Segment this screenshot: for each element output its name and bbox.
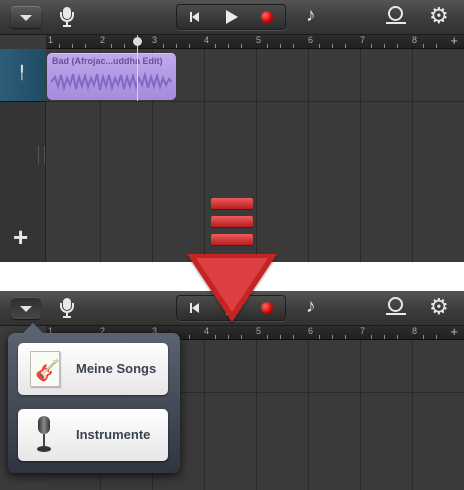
- ruler-bar-6: 6: [308, 35, 314, 45]
- music-note-icon[interactable]: ♪: [306, 5, 316, 27]
- ruler-bar-4: 4: [204, 35, 210, 45]
- ruler-bar-7: 7: [360, 35, 366, 45]
- gear-icon[interactable]: ⚙: [429, 295, 449, 319]
- ruler-bar-6: 6: [308, 326, 314, 336]
- ruler-bar-1: 1: [48, 35, 54, 45]
- ruler-bar-8: 8: [412, 35, 418, 45]
- ruler-bar-5: 5: [256, 35, 262, 45]
- playhead-handle[interactable]: [133, 37, 142, 46]
- play-icon: [226, 10, 238, 24]
- ruler-bar-4: 4: [204, 326, 210, 336]
- add-section-button[interactable]: +: [450, 33, 458, 48]
- gear-icon[interactable]: ⚙: [429, 4, 449, 28]
- record-icon: [261, 11, 273, 23]
- loop-icon[interactable]: [386, 6, 406, 26]
- menu-item-label: Instrumente: [76, 427, 151, 442]
- microphone-icon[interactable]: [60, 7, 74, 27]
- ruler-bar-5: 5: [256, 326, 262, 336]
- ruler-bar-8: 8: [412, 326, 418, 336]
- sidebar-resize-handle[interactable]: [38, 146, 45, 164]
- guitar-song-icon: 🎸: [30, 351, 60, 387]
- toolbar: ♪ ⚙: [0, 0, 464, 35]
- microphone-stand-icon: ╿: [18, 65, 26, 80]
- play-button[interactable]: [213, 5, 249, 29]
- my-songs-dropdown-button[interactable]: [11, 6, 41, 28]
- record-button[interactable]: [249, 5, 285, 29]
- add-track-button[interactable]: +: [13, 222, 28, 253]
- timeline-ruler[interactable]: 1 2 3 4 5 6 7 8 +: [46, 33, 464, 49]
- region-label: Bad (Afrojac...uddha Edit): [52, 56, 163, 66]
- track-header-audio[interactable]: ╿: [0, 49, 46, 102]
- transport-controls: [176, 4, 286, 30]
- ruler-bar-7: 7: [360, 326, 366, 336]
- chevron-down-icon: [20, 15, 32, 21]
- my-songs-dropdown-button[interactable]: [11, 297, 41, 319]
- microphone-icon: [36, 416, 52, 454]
- loop-icon[interactable]: [386, 297, 406, 317]
- tutorial-down-arrow: [187, 198, 277, 326]
- audio-region[interactable]: Bad (Afrojac...uddha Edit): [47, 53, 176, 100]
- menu-item-instruments[interactable]: Instrumente: [18, 409, 168, 461]
- songs-popover-menu: 🎸 Meine Songs Instrumente: [8, 323, 180, 473]
- add-section-button[interactable]: +: [450, 324, 458, 339]
- ruler-bar-3: 3: [152, 35, 158, 45]
- go-to-beginning-button[interactable]: [177, 5, 213, 29]
- menu-item-label: Meine Songs: [76, 361, 157, 376]
- microphone-icon[interactable]: [60, 298, 74, 318]
- waveform: [51, 71, 172, 92]
- chevron-down-icon: [20, 306, 32, 312]
- ruler-bar-2: 2: [100, 35, 106, 45]
- menu-item-my-songs[interactable]: 🎸 Meine Songs: [18, 343, 168, 395]
- music-note-icon[interactable]: ♪: [306, 296, 316, 318]
